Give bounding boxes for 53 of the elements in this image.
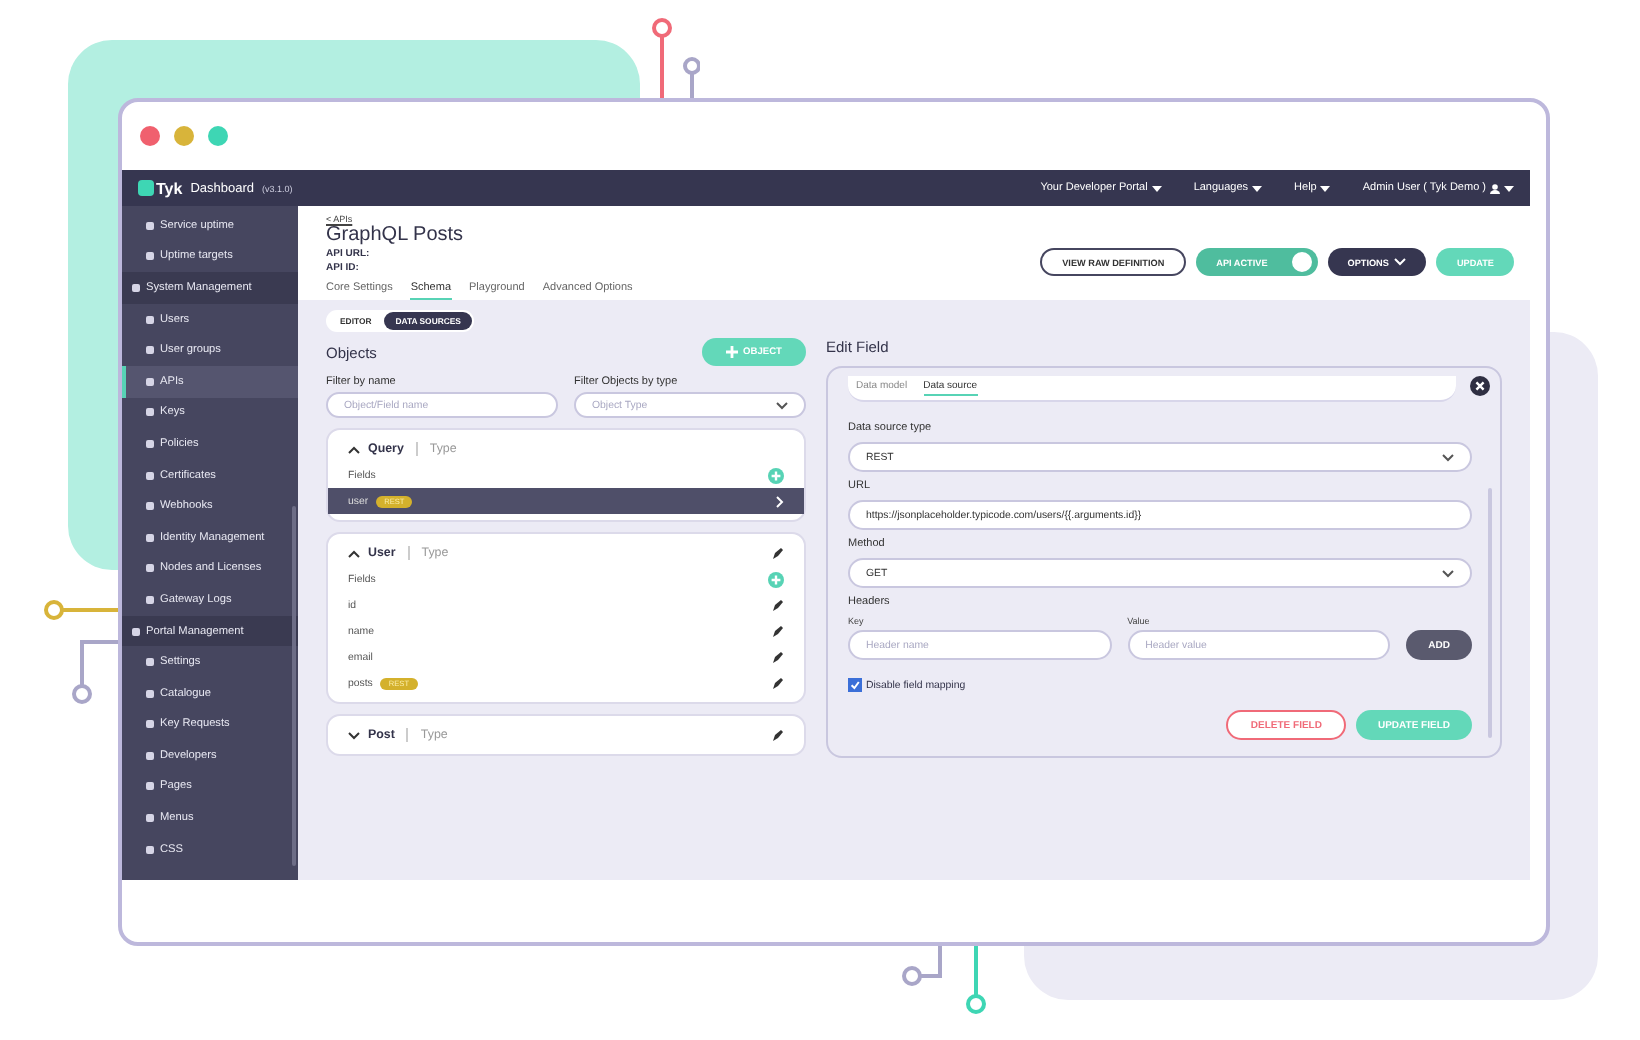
- bullet-icon: [146, 658, 154, 667]
- bullet-icon: [132, 283, 140, 292]
- bullet-icon: [146, 502, 154, 511]
- collapse-icon[interactable]: [348, 549, 360, 557]
- window-dot-icon[interactable]: [140, 126, 160, 146]
- add-field-icon[interactable]: [768, 467, 784, 483]
- bullet-icon: [146, 751, 154, 760]
- checkbox[interactable]: [848, 678, 862, 692]
- bullet-icon: [146, 377, 154, 386]
- bullet-icon: [146, 471, 154, 480]
- bullet-icon: [146, 845, 154, 854]
- bullet-icon: [146, 782, 154, 791]
- bullet-icon: [146, 221, 154, 230]
- caret-icon: [1504, 185, 1514, 191]
- add-field-icon[interactable]: [768, 571, 784, 587]
- bullet-icon: [146, 408, 154, 417]
- bullet-icon: [146, 595, 154, 604]
- window-dot-icon[interactable]: [174, 126, 194, 146]
- bullet-icon: [132, 627, 140, 636]
- logo-text: Tyk: [156, 179, 183, 197]
- pencil-icon[interactable]: [772, 651, 784, 663]
- bullet-icon: [146, 720, 154, 729]
- pencil-icon[interactable]: [772, 599, 784, 611]
- collapse-icon[interactable]: [348, 445, 360, 453]
- plus-icon: [725, 346, 738, 358]
- chevron-icon: [1394, 258, 1407, 266]
- bullet-icon: [146, 315, 154, 324]
- bullet-icon: [146, 564, 154, 573]
- window-dot-icon[interactable]: [208, 126, 228, 146]
- chevron-icon: [776, 401, 788, 409]
- bullet-icon: [146, 252, 154, 261]
- caret-icon: [1151, 185, 1162, 191]
- close-icon[interactable]: [1470, 376, 1490, 396]
- bullet-icon: [146, 689, 154, 698]
- pencil-icon[interactable]: [772, 729, 784, 741]
- chevron-icon: [1442, 569, 1454, 577]
- bullet-icon: [146, 814, 154, 823]
- chevron-right-icon: [776, 495, 784, 507]
- page-title: GraphQL Posts: [326, 224, 466, 248]
- caret-icon: [1320, 185, 1331, 191]
- scrollbar-thumb[interactable]: [1488, 488, 1492, 738]
- chevron-icon: [1442, 453, 1454, 461]
- pencil-icon[interactable]: [772, 677, 784, 689]
- logo-icon: [138, 180, 154, 196]
- bullet-icon: [146, 439, 154, 448]
- bullet-icon: [146, 533, 154, 542]
- user-icon: [1490, 183, 1500, 193]
- pencil-icon[interactable]: [772, 625, 784, 637]
- caret-icon: [1252, 185, 1263, 191]
- expand-icon[interactable]: [348, 731, 360, 739]
- bullet-icon: [146, 346, 154, 355]
- scrollbar-thumb[interactable]: [292, 506, 296, 866]
- pencil-icon[interactable]: [772, 547, 784, 559]
